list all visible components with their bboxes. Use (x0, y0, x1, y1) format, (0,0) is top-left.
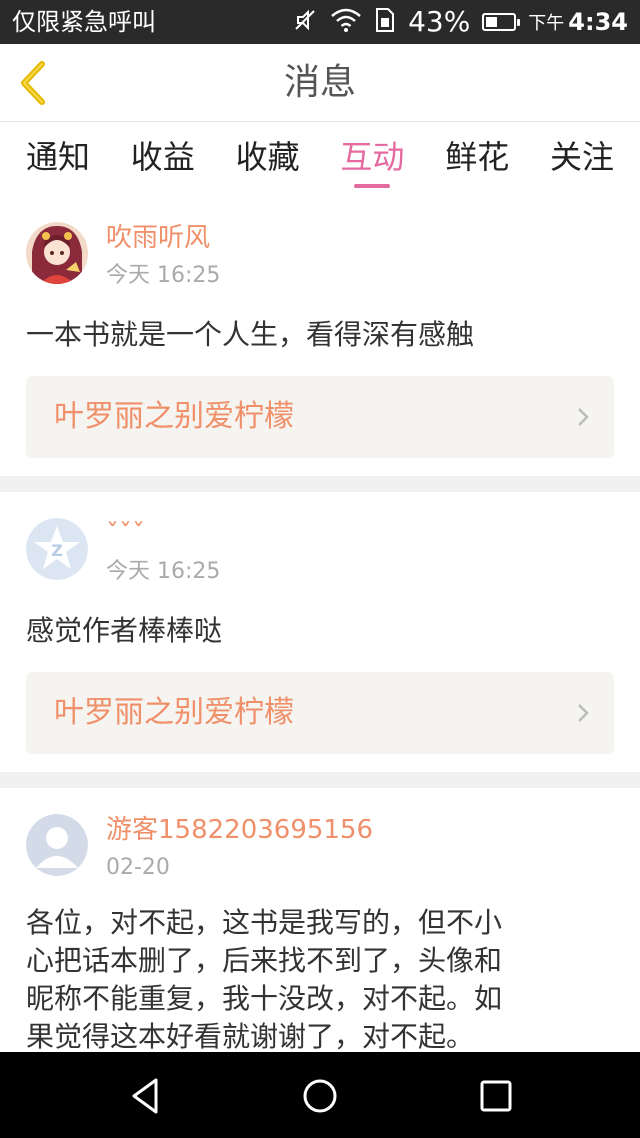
message-content: 感觉作者棒棒哒 (26, 614, 223, 647)
status-icons: 43% 下午 4:34 (292, 0, 628, 44)
tab-label: 收益 (130, 138, 195, 176)
tab-label: 互动 (340, 138, 405, 176)
message-line: 果觉得这本好看就谢谢了，对不起。 (26, 1020, 475, 1052)
book-reference-link[interactable]: 叶罗丽之别爱柠檬 (26, 672, 614, 754)
carrier-text: 仅限紧急呼叫 (12, 8, 156, 36)
message-card: 游客1582203695156 02-20 各位，对不起，这书是我写的，但不小 … (0, 788, 640, 1052)
avatar[interactable] (26, 222, 88, 284)
status-bar: 仅限紧急呼叫 43% 下午 4:34 (0, 0, 640, 44)
tab-bar: 通知 收益 收藏 互动 鲜花 关注 (0, 122, 640, 196)
message-line: 各位，对不起，这书是我写的，但不小 (26, 906, 503, 939)
tab-notifications[interactable]: 通知 (26, 122, 90, 196)
message-content: 各位，对不起，这书是我写的，但不小 心把话本删了，后来找不到了，头像和 昵称不能… (26, 904, 614, 1052)
active-tab-indicator (354, 184, 391, 188)
book-title: 叶罗丽之别爱柠檬 (54, 695, 294, 730)
tab-label: 通知 (26, 138, 91, 176)
message-content: 一本书就是一个人生，看得深有感触 (26, 318, 475, 351)
tab-following[interactable]: 关注 (550, 122, 614, 196)
recents-square-icon (474, 1080, 518, 1122)
header: 消息 (0, 44, 640, 122)
message-card: Z ˇˇˇ 今天 16:25 感觉作者棒棒哒 叶罗丽之别爱柠檬 (0, 492, 640, 772)
username[interactable]: 吹雨听风 (106, 220, 210, 256)
tab-favorites[interactable]: 收藏 (236, 122, 300, 196)
message-line: 心把话本删了，后来找不到了，头像和 (26, 944, 503, 977)
tab-earnings[interactable]: 收益 (131, 122, 195, 196)
wifi-icon (330, 7, 362, 37)
mute-icon (292, 7, 318, 37)
tab-flowers[interactable]: 鲜花 (445, 122, 509, 196)
battery-icon (482, 13, 521, 31)
chevron-right-icon (576, 406, 590, 432)
nav-back-button[interactable] (124, 1074, 168, 1118)
username[interactable]: 游客1582203695156 (106, 812, 373, 848)
avatar[interactable] (26, 814, 88, 876)
clock-ampm: 下午 (528, 13, 565, 34)
message-list[interactable]: 吹雨听风 今天 16:25 一本书就是一个人生，看得深有感触 叶罗丽之别爱柠檬 … (0, 196, 640, 1052)
tab-label: 鲜花 (445, 138, 510, 176)
username[interactable]: ˇˇˇ (106, 516, 145, 552)
timestamp: 今天 16:25 (106, 559, 221, 584)
book-reference-link[interactable]: 叶罗丽之别爱柠檬 (26, 376, 614, 458)
tab-interaction[interactable]: 互动 (340, 122, 404, 196)
message-card: 吹雨听风 今天 16:25 一本书就是一个人生，看得深有感触 叶罗丽之别爱柠檬 (0, 196, 640, 476)
home-circle-icon (298, 1079, 342, 1122)
clock-time: 4:34 (568, 8, 628, 36)
timestamp: 今天 16:25 (106, 263, 221, 288)
battery-percent: 43% (408, 5, 471, 38)
message-line: 昵称不能重复，我十没改，对不起。如 (26, 982, 503, 1015)
tab-label: 收藏 (235, 138, 300, 176)
chevron-right-icon (576, 702, 590, 728)
nav-recents-button[interactable] (474, 1074, 518, 1118)
nav-home-button[interactable] (298, 1074, 342, 1118)
page-title: 消息 (283, 62, 356, 103)
system-nav-bar (0, 1052, 640, 1138)
back-triangle-icon (124, 1078, 168, 1122)
tab-label: 关注 (549, 138, 614, 176)
book-title: 叶罗丽之别爱柠檬 (54, 399, 294, 434)
sim-icon (374, 7, 396, 37)
avatar[interactable]: Z (26, 518, 88, 580)
timestamp: 02-20 (106, 855, 170, 880)
svg-text:Z: Z (51, 541, 63, 560)
